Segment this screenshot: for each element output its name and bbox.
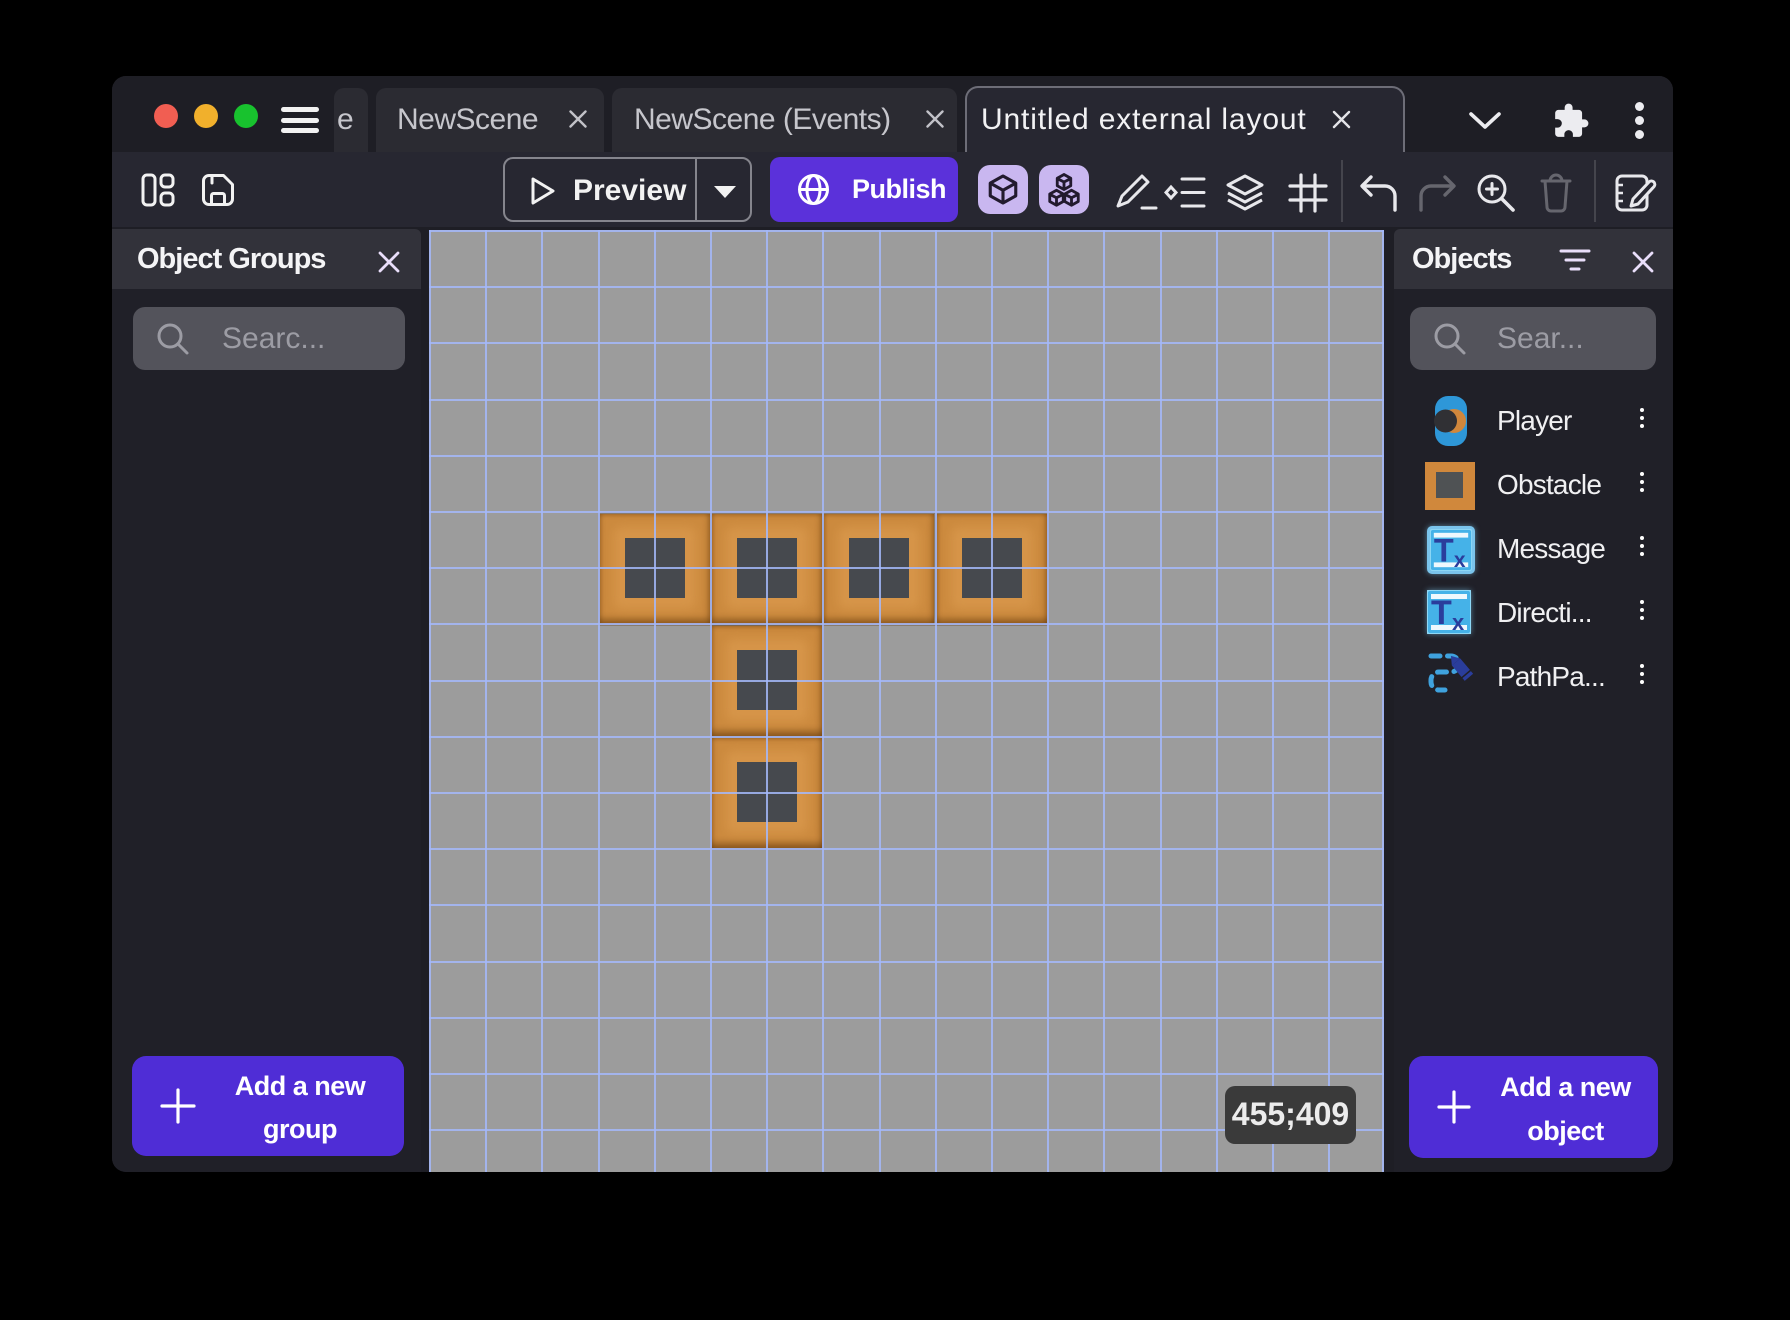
svg-text:T: T (1434, 532, 1454, 568)
svg-text:x: x (1452, 610, 1465, 634)
svg-text:x: x (1454, 549, 1466, 572)
svg-text:T: T (1431, 594, 1452, 632)
